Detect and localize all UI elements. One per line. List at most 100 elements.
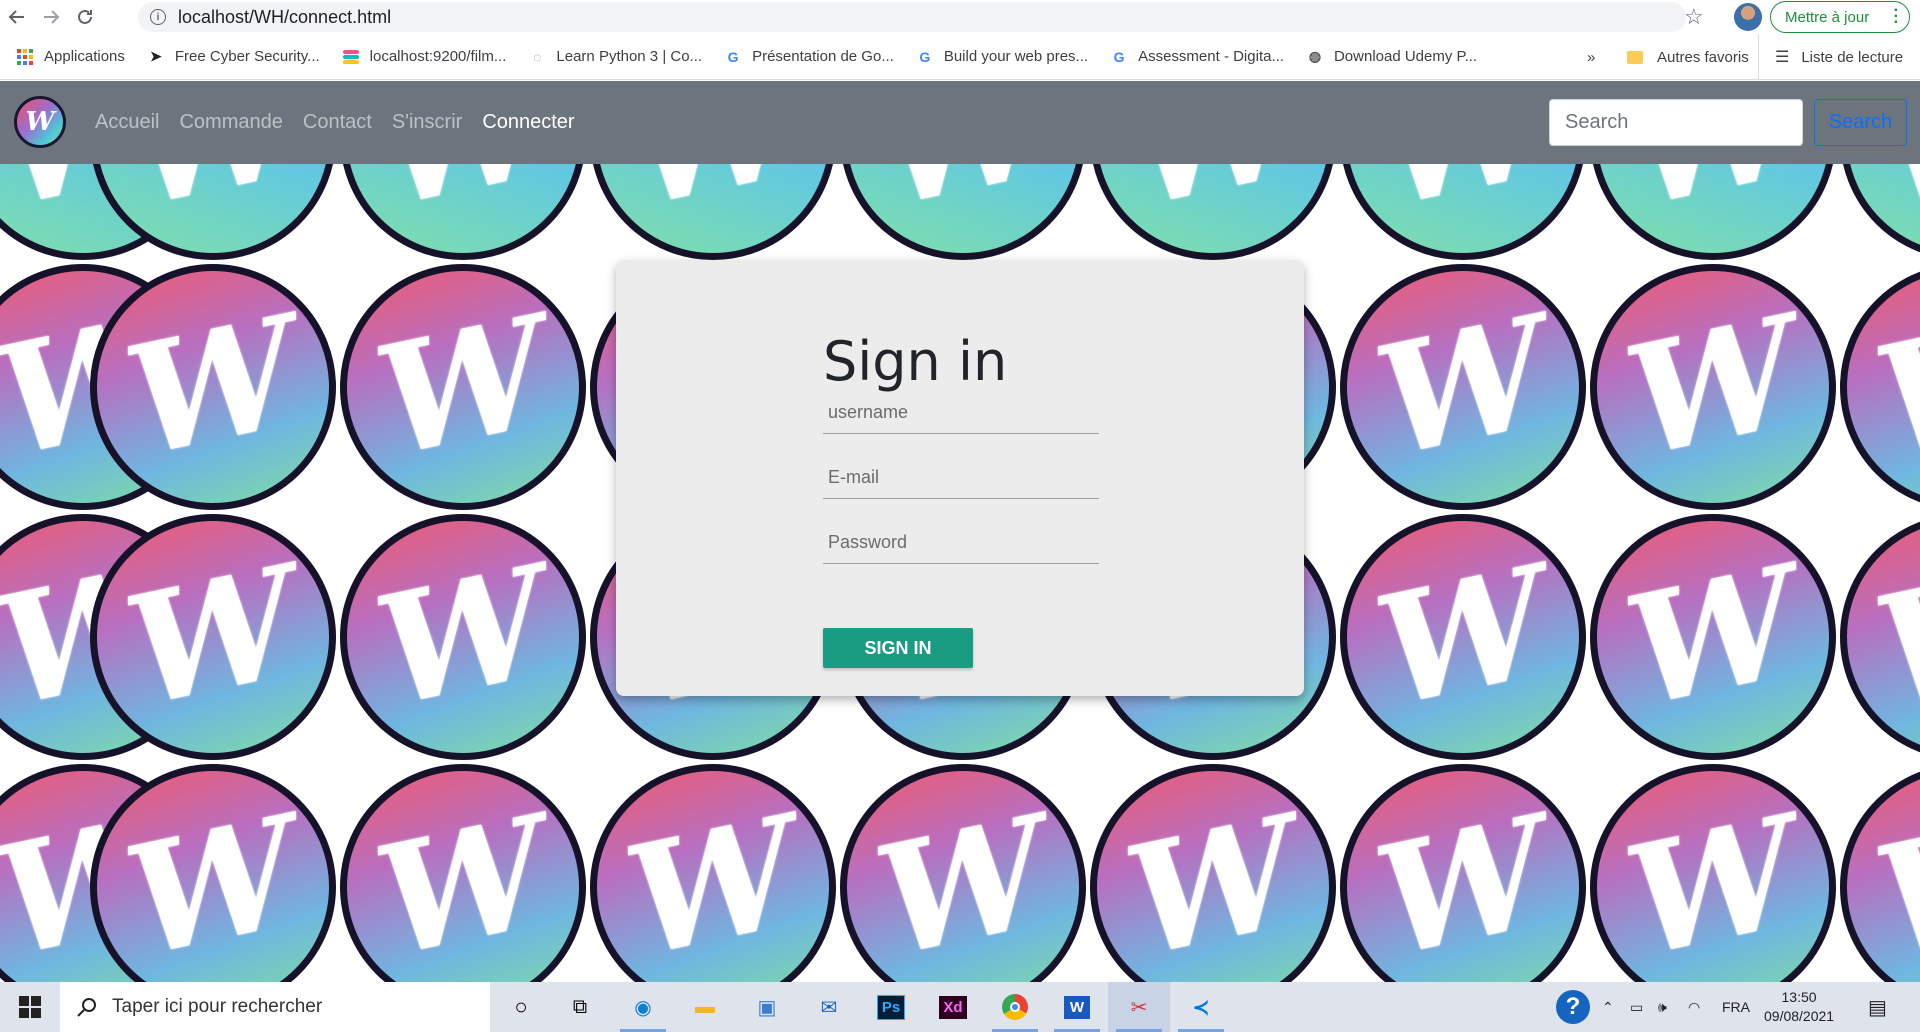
bookmark-presentation[interactable]: G Présentation de Go... [724, 48, 894, 66]
notifications-icon[interactable]: ▤ [1868, 982, 1887, 1032]
reload-icon [78, 9, 92, 24]
start-button[interactable] [0, 982, 60, 1032]
menu-dots-icon: · · · [1893, 2, 1899, 31]
more-bookmarks-label: » [1587, 48, 1596, 66]
bookmark-applications[interactable]: Applications [16, 48, 125, 66]
taskbar-search[interactable]: Taper ici pour rechercher [60, 982, 490, 1032]
profile-avatar[interactable] [1734, 3, 1762, 31]
username-input[interactable] [823, 392, 1099, 434]
bookmark-assessment[interactable]: G Assessment - Digita... [1110, 48, 1284, 66]
logo-pattern-tile: W [840, 764, 1086, 982]
signin-button[interactable]: SIGN IN [823, 628, 973, 668]
nav-connecter[interactable]: Connecter [482, 111, 574, 134]
reload-button[interactable] [68, 0, 102, 34]
password-input[interactable] [823, 522, 1099, 564]
logo-pattern-tile: W [1340, 164, 1586, 260]
taskbar-photoshop[interactable]: Ps [860, 982, 922, 1032]
google-icon: G [727, 48, 739, 65]
taskbar-word[interactable]: W [1046, 982, 1108, 1032]
bookmark-label: Learn Python 3 | Co... [556, 48, 703, 65]
update-button[interactable]: Mettre à jour · · · [1770, 1, 1910, 33]
tray-chevron-icon[interactable]: ⌃ [1602, 982, 1614, 1032]
forward-button[interactable] [34, 0, 68, 34]
site-logo[interactable]: W [14, 96, 66, 148]
reading-list-label: Liste de lecture [1801, 48, 1904, 66]
nav-accueil[interactable]: Accueil [95, 111, 159, 134]
other-favorites-folder[interactable]: Autres favoris [1627, 34, 1749, 80]
logo-pattern-tile: W [340, 264, 586, 510]
taskbar-mail[interactable]: ✉ [798, 982, 860, 1032]
bookmark-label: Free Cyber Security... [174, 48, 320, 65]
other-favorites-label: Autres favoris [1657, 48, 1749, 66]
windows-taskbar: Taper ici pour rechercher ○ ⧉ ◉ ▬ ▣ ✉ Ps… [0, 982, 1920, 1032]
info-icon[interactable]: i [150, 9, 166, 25]
volume-icon[interactable]: 🕪 [1658, 982, 1667, 1032]
edge-icon: ◉ [634, 996, 652, 1019]
bookmark-build[interactable]: G Build your web pres... [916, 48, 1088, 66]
logo-pattern-tile: W [590, 764, 836, 982]
globe-icon: ◍ [1308, 48, 1322, 64]
signin-card: Sign in SIGN IN [616, 260, 1304, 696]
address-bar[interactable]: i localhost/WH/connect.html [138, 2, 1686, 32]
bookmark-label: Applications [44, 48, 125, 65]
mail-icon: ✉ [820, 996, 838, 1019]
vscode-icon: ≺ [1192, 996, 1210, 1019]
taskbar-snipping[interactable]: ✂ [1108, 982, 1170, 1032]
more-bookmarks-button[interactable]: » [1587, 34, 1595, 80]
bookmark-localhost[interactable]: localhost:9200/film... [342, 48, 507, 66]
logo-pattern-tile: W [1590, 514, 1836, 760]
task-view-icon: ⧉ [572, 995, 588, 1018]
reading-list-button[interactable]: ☰ Liste de lecture [1758, 34, 1903, 80]
logo-pattern-tile: W [340, 764, 586, 982]
site-search-button[interactable]: Search [1814, 99, 1907, 146]
update-label: Mettre à jour [1785, 8, 1870, 26]
bookmark-cyber[interactable]: ➤ Free Cyber Security... [147, 48, 320, 66]
language-indicator[interactable]: FRA [1722, 982, 1750, 1032]
bookmark-star-icon[interactable]: ☆ [1684, 4, 1704, 30]
nav-inscrire[interactable]: S'inscrir [392, 111, 463, 134]
cortana-icon: ○ [514, 994, 528, 1019]
taskbar-vscode[interactable]: ≺ [1170, 982, 1232, 1032]
nav-commande[interactable]: Commande [179, 111, 282, 134]
bookmark-python[interactable]: ◌ Learn Python 3 | Co... [528, 48, 702, 66]
bookmark-label: localhost:9200/film... [369, 48, 507, 65]
logo-pattern-tile: W [90, 514, 336, 760]
xd-icon: Xd [939, 995, 967, 1019]
task-view-button[interactable]: ⧉ [549, 982, 611, 1032]
file-explorer-icon: ▬ [695, 995, 715, 1018]
windows-icon [19, 996, 41, 1018]
word-icon: W [1063, 995, 1091, 1019]
taskbar-clock[interactable]: 13:50 09/08/2021 [1764, 988, 1834, 1026]
back-button[interactable] [0, 0, 34, 34]
wifi-icon[interactable]: ◠ [1688, 982, 1700, 1032]
taskbar-edge[interactable]: ◉ [612, 982, 674, 1032]
cortana-button[interactable]: ○ [490, 982, 552, 1032]
taskbar-xd[interactable]: Xd [922, 982, 984, 1032]
store-icon: ▣ [757, 996, 777, 1019]
logo-pattern-tile: W [840, 164, 1086, 260]
search-icon [77, 998, 96, 1017]
snipping-icon: ✂ [1130, 996, 1148, 1019]
arrow-left-icon [8, 10, 24, 24]
apps-grid-icon [16, 48, 34, 66]
battery-icon[interactable]: ▭ [1630, 982, 1643, 1032]
email-input[interactable] [823, 457, 1099, 499]
logo-pattern-tile: W [1590, 264, 1836, 510]
url-text[interactable]: localhost/WH/connect.html [178, 7, 391, 28]
bookmark-udemy[interactable]: ◍ Download Udemy P... [1306, 48, 1477, 66]
logo-pattern-tile: W [1840, 264, 1920, 510]
logo-pattern-tile: W [1840, 514, 1920, 760]
nav-links: Accueil Commande Contact S'inscrir Conne… [95, 81, 595, 164]
taskbar-store[interactable]: ▣ [736, 982, 798, 1032]
logo-pattern-tile: W [1590, 164, 1836, 260]
arrow-right-icon [44, 10, 60, 24]
logo-pattern-tile: W [340, 164, 586, 260]
help-icon[interactable]: ? [1556, 982, 1590, 1032]
nav-contact[interactable]: Contact [303, 111, 372, 134]
taskbar-explorer[interactable]: ▬ [674, 982, 736, 1032]
bookmark-label: Download Udemy P... [1333, 48, 1478, 65]
clock-date: 09/08/2021 [1764, 1008, 1835, 1024]
bookmark-label: Build your web pres... [943, 48, 1089, 65]
taskbar-chrome[interactable] [984, 982, 1046, 1032]
site-search-input[interactable] [1549, 99, 1803, 146]
